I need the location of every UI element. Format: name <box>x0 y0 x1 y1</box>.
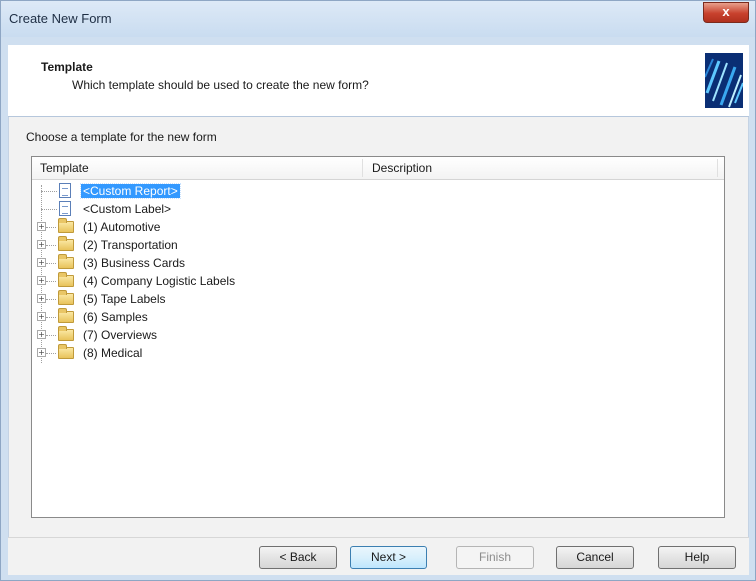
folder-icon <box>58 344 74 359</box>
tree-row[interactable]: + (4) Company Logistic Labels <box>32 272 722 290</box>
folder-icon <box>58 272 74 287</box>
create-new-form-dialog: Create New Form x Template Which templat… <box>0 0 756 581</box>
tree-row-label: (3) Business Cards <box>83 256 186 270</box>
tree-connector <box>46 335 56 336</box>
column-divider-end[interactable] <box>717 159 718 177</box>
tree-connector <box>46 299 56 300</box>
expand-plus-icon[interactable]: + <box>37 222 46 231</box>
tree-row[interactable]: + (1) Automotive <box>32 218 722 236</box>
title-bar[interactable]: Create New Form x <box>1 1 755 37</box>
tree-row-label: (2) Transportation <box>83 238 178 252</box>
wizard-banner-icon <box>705 53 743 108</box>
choose-template-label: Choose a template for the new form <box>26 130 217 144</box>
tree-connector <box>46 317 56 318</box>
tree-row-label: (8) Medical <box>83 346 143 360</box>
header-subtitle: Which template should be used to create … <box>72 78 369 92</box>
finish-button: Finish <box>456 546 534 569</box>
tree-row-label: (5) Tape Labels <box>83 292 166 306</box>
expand-plus-icon[interactable]: + <box>37 258 46 267</box>
expand-plus-icon[interactable]: + <box>37 240 46 249</box>
folder-icon <box>58 308 74 323</box>
header-title: Template <box>41 60 93 74</box>
tree-row[interactable]: <Custom Label> <box>32 200 722 218</box>
expand-plus-icon[interactable]: + <box>37 312 46 321</box>
tree-row[interactable]: + (2) Transportation <box>32 236 722 254</box>
help-button[interactable]: Help <box>658 546 736 569</box>
cancel-button[interactable]: Cancel <box>556 546 634 569</box>
tree-row[interactable]: + (6) Samples <box>32 308 722 326</box>
tree-row-label: (4) Company Logistic Labels <box>83 274 236 288</box>
document-icon <box>59 183 71 198</box>
tree-row-label: <Custom Label> <box>83 202 172 216</box>
close-button[interactable]: x <box>703 2 749 23</box>
tree-row[interactable]: + (7) Overviews <box>32 326 722 344</box>
expand-plus-icon[interactable]: + <box>37 276 46 285</box>
next-button[interactable]: Next > <box>350 546 427 569</box>
folder-icon <box>58 326 74 341</box>
folder-icon <box>58 254 74 269</box>
window-title: Create New Form <box>9 11 112 26</box>
back-button[interactable]: < Back <box>259 546 337 569</box>
tree-row[interactable]: + (5) Tape Labels <box>32 290 722 308</box>
tree-connector <box>46 227 56 228</box>
tree-connector <box>46 245 56 246</box>
tree-row[interactable]: <Custom Report> <box>32 182 722 200</box>
document-icon <box>59 201 71 216</box>
tree-row-label: (1) Automotive <box>83 220 161 234</box>
expand-plus-icon[interactable]: + <box>37 330 46 339</box>
tree-column-header: Template Description <box>32 157 724 180</box>
tree-row-label: <Custom Report> <box>80 183 181 199</box>
tree-row-label: (7) Overviews <box>83 328 158 342</box>
folder-icon <box>58 236 74 251</box>
tree-row[interactable]: + (8) Medical <box>32 344 722 362</box>
folder-icon <box>58 218 74 233</box>
column-divider[interactable] <box>362 159 363 177</box>
folder-icon <box>58 290 74 305</box>
template-tree[interactable]: Template Description <Custom Report> <Cus… <box>31 156 725 518</box>
close-icon: x <box>722 4 730 19</box>
tree-row-label: (6) Samples <box>83 310 148 324</box>
column-template-header[interactable]: Template <box>40 161 89 175</box>
expand-plus-icon[interactable]: + <box>37 348 46 357</box>
tree-connector <box>46 263 56 264</box>
tree-connector <box>46 281 56 282</box>
expand-plus-icon[interactable]: + <box>37 294 46 303</box>
column-description-header[interactable]: Description <box>372 161 432 175</box>
wizard-header: Template Which template should be used t… <box>8 45 749 117</box>
tree-connector <box>46 353 56 354</box>
tree-row[interactable]: + (3) Business Cards <box>32 254 722 272</box>
